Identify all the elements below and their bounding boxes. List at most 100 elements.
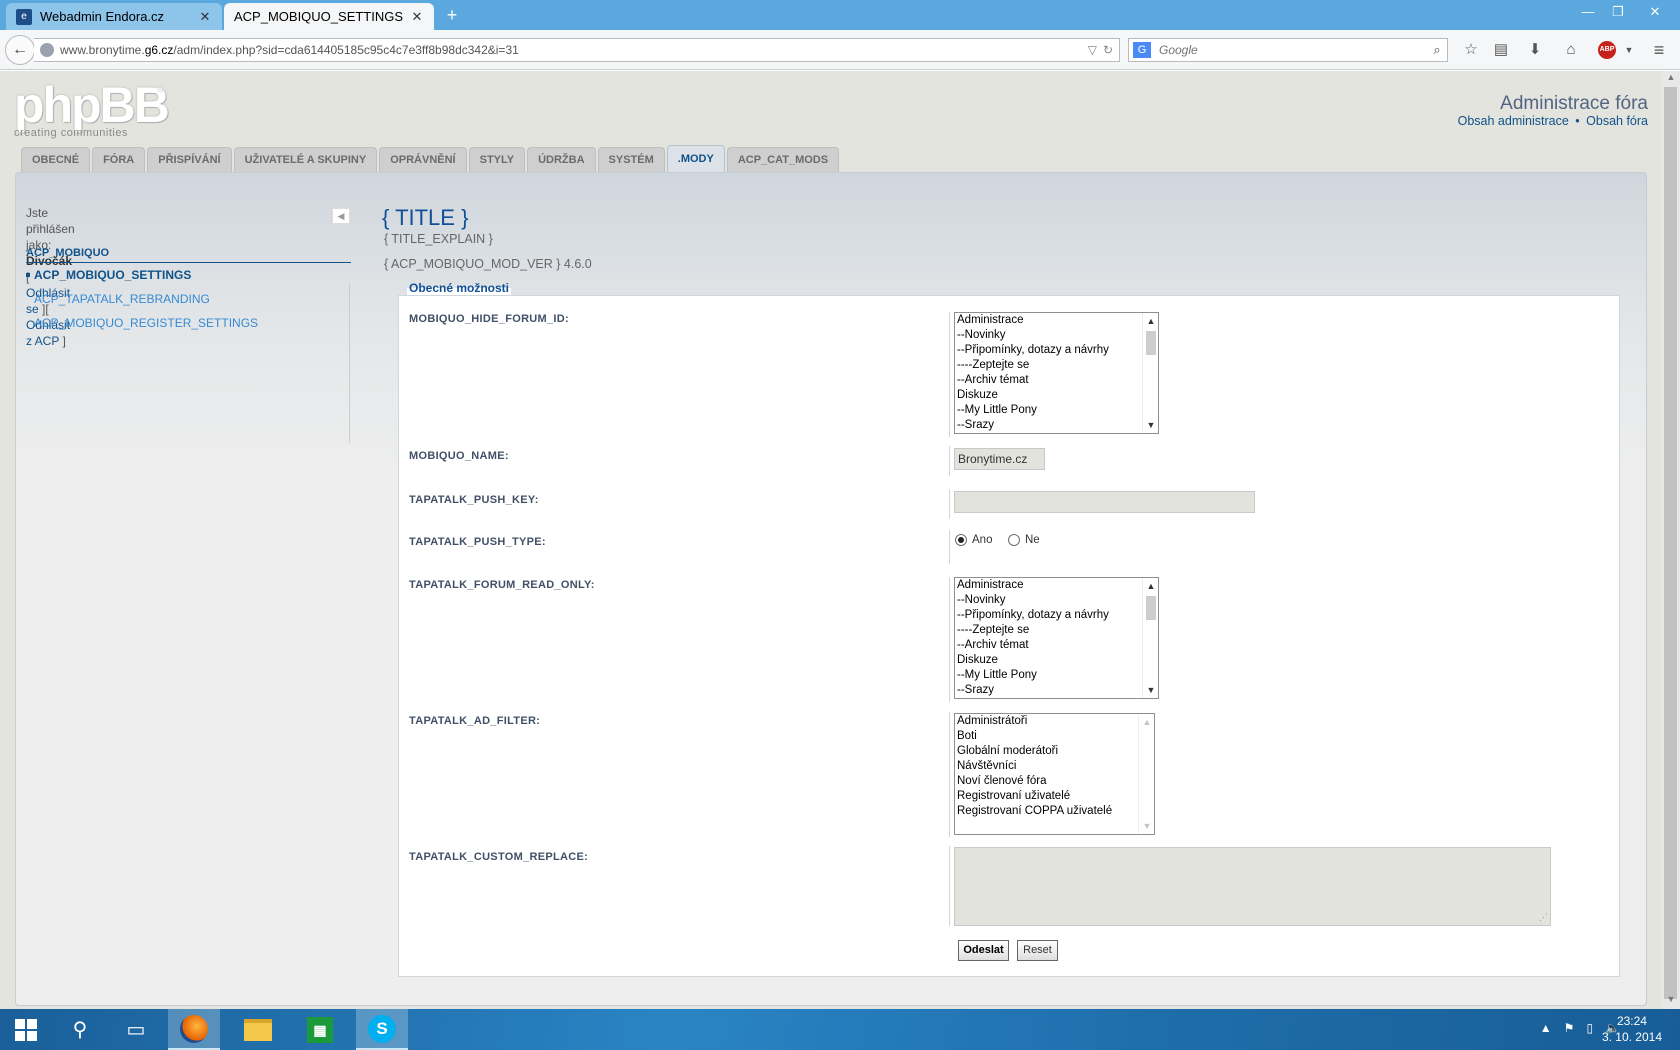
list-item[interactable]: --My Little Pony [955, 403, 1158, 418]
adblock-icon[interactable]: ABP [1598, 41, 1616, 59]
list-item[interactable]: --My Little Pony [955, 668, 1158, 683]
list-item[interactable]: --Novinky [955, 328, 1158, 343]
custom-replace-textarea[interactable]: ⋰ [954, 847, 1551, 926]
forum-read-only-select[interactable]: Administrace --Novinky --Připomínky, dot… [954, 577, 1159, 699]
list-item[interactable]: --Archiv témat [955, 638, 1158, 653]
taskbar-firefox[interactable] [168, 1009, 220, 1050]
address-bar[interactable]: www.bronytime.g6.cz/adm/index.php?sid=cd… [34, 38, 1120, 62]
header-links: Obsah administrace • Obsah fóra [1458, 114, 1648, 128]
download-icon[interactable]: ⬇ [1524, 39, 1546, 61]
resize-grip-icon[interactable]: ⋰ [1539, 912, 1548, 923]
scroll-thumb[interactable] [1664, 87, 1677, 999]
list-item[interactable]: --Srazy [955, 418, 1158, 433]
list-item[interactable]: Diskuze [955, 653, 1158, 668]
scroll-thumb[interactable] [1146, 596, 1156, 620]
taskbar-search-button[interactable]: ⚲ [54, 1009, 106, 1050]
browser-tab-endora[interactable]: e Webadmin Endora.cz ✕ [6, 3, 222, 30]
ad-filter-select[interactable]: Administrátoři Boti Globální moderátoři … [954, 713, 1155, 835]
restore-icon[interactable]: ❐ [1603, 2, 1633, 22]
search-icon[interactable]: ⌕ [1427, 42, 1447, 58]
tab-maintenance[interactable]: ÚDRŽBA [527, 147, 596, 172]
list-item[interactable]: --Novinky [955, 593, 1158, 608]
scroll-up-icon[interactable]: ▲ [1143, 578, 1158, 594]
push-type-yes-radio[interactable]: Ano [955, 534, 992, 546]
list-item[interactable]: --Srazy [955, 683, 1158, 698]
close-tab-icon[interactable]: ✕ [198, 9, 212, 25]
menu-icon[interactable]: ≡ [1648, 39, 1670, 61]
tab-permissions[interactable]: OPRÁVNĚNÍ [379, 147, 467, 172]
bookmarks-list-icon[interactable]: ▤ [1490, 39, 1512, 61]
list-item[interactable]: --Připomínky, dotazy a návrhy [955, 343, 1158, 358]
list-item[interactable]: Administrace [955, 578, 1158, 593]
list-item[interactable]: Registrovaní COPPA uživatelé [955, 804, 1154, 819]
search-input[interactable] [1159, 43, 1427, 57]
submit-button[interactable]: Odeslat [958, 940, 1009, 961]
tab-forums[interactable]: FÓRA [92, 147, 146, 172]
collapse-sidebar-icon[interactable]: ◀ [332, 208, 350, 224]
list-item[interactable]: ----Zeptejte se [955, 623, 1158, 638]
listbox-scrollbar[interactable]: ▲ ▼ [1142, 578, 1158, 698]
admin-index-link[interactable]: Obsah administrace [1458, 114, 1569, 128]
radio-unchecked-icon[interactable] [1008, 534, 1020, 546]
scroll-down-icon[interactable]: ▼ [1662, 994, 1680, 1008]
page-scrollbar[interactable]: ▲ ▼ [1662, 71, 1680, 1009]
listbox-scrollbar[interactable]: ▲ ▼ [1142, 313, 1158, 433]
tab-styles[interactable]: STYLY [468, 147, 526, 172]
taskbar-file-explorer[interactable] [232, 1009, 284, 1050]
scroll-up-icon[interactable]: ▲ [1662, 72, 1680, 86]
forum-index-link[interactable]: Obsah fóra [1586, 114, 1648, 128]
tray-expand-icon[interactable]: ▲ [1540, 1021, 1552, 1035]
list-item[interactable]: Administrátoři [955, 714, 1154, 729]
new-tab-button[interactable]: + [442, 5, 462, 26]
taskbar-clock[interactable]: 23:24 3. 10. 2014 [1602, 1013, 1662, 1045]
list-item[interactable]: --Archiv témat [955, 373, 1158, 388]
list-item[interactable]: Administrace [955, 313, 1158, 328]
list-item[interactable]: Boti [955, 729, 1154, 744]
tab-system[interactable]: SYSTÉM [597, 147, 665, 172]
scroll-thumb[interactable] [1146, 331, 1156, 355]
hide-forum-id-select[interactable]: Administrace --Novinky --Připomínky, dot… [954, 312, 1159, 434]
dropdown-arrow-icon[interactable]: ▽ [1088, 43, 1097, 57]
tab-acp-cat-mods[interactable]: ACP_CAT_MODS [726, 147, 840, 172]
list-item[interactable]: --Připomínky, dotazy a návrhy [955, 608, 1158, 623]
task-view-button[interactable]: ▭ [110, 1009, 162, 1050]
sidebar-item-tapatalk-rebranding[interactable]: ACP_TAPATALK_REBRANDING [26, 287, 351, 311]
scroll-down-icon[interactable]: ▼ [1143, 417, 1158, 433]
network-icon[interactable]: ▯ [1586, 1021, 1593, 1035]
tab-mods[interactable]: .MODY [666, 145, 725, 172]
push-key-input[interactable] [954, 491, 1255, 513]
reload-icon[interactable]: ↻ [1103, 43, 1113, 57]
phpbb-logo[interactable]: phpBB creating communities ® [14, 80, 174, 141]
reset-button[interactable]: Reset [1017, 940, 1058, 961]
taskbar-skype[interactable]: S [356, 1009, 408, 1050]
taskbar-store[interactable]: ▦ [294, 1009, 346, 1050]
google-icon[interactable]: G [1133, 42, 1151, 58]
home-icon[interactable]: ⌂ [1560, 39, 1582, 61]
mobiquo-name-input[interactable]: Bronytime.cz [954, 448, 1045, 470]
list-item[interactable]: Diskuze [955, 388, 1158, 403]
list-item[interactable]: Globální moderátoři [955, 744, 1154, 759]
scroll-down-icon[interactable]: ▼ [1143, 682, 1158, 698]
search-bar[interactable]: G ⌕ [1128, 38, 1448, 62]
radio-checked-icon[interactable] [955, 534, 967, 546]
tab-general[interactable]: OBECNÉ [21, 147, 91, 172]
list-item[interactable]: Noví členové fóra [955, 774, 1154, 789]
scroll-up-icon[interactable]: ▲ [1143, 313, 1158, 329]
minimize-icon[interactable]: — [1573, 2, 1603, 22]
bookmark-star-icon[interactable]: ☆ [1460, 39, 1482, 61]
tab-users-groups[interactable]: UŽIVATELÉ A SKUPINY [233, 147, 378, 172]
push-type-no-radio[interactable]: Ne [1008, 534, 1040, 546]
back-button[interactable]: ← [5, 35, 35, 65]
tab-posting[interactable]: PŘISPÍVÁNÍ [147, 147, 232, 172]
close-window-icon[interactable]: ✕ [1640, 2, 1670, 22]
start-button[interactable] [0, 1009, 52, 1050]
sidebar-item-register-settings[interactable]: ACP_MOBIQUO_REGISTER_SETTINGS [26, 311, 351, 335]
list-item[interactable]: Návštěvníci [955, 759, 1154, 774]
sidebar-item-mobiquo-settings[interactable]: ACP_MOBIQUO_SETTINGS [26, 263, 351, 287]
close-tab-icon[interactable]: ✕ [410, 9, 424, 25]
browser-tab-acp[interactable]: ACP_MOBIQUO_SETTINGS ✕ [224, 3, 434, 30]
list-item[interactable]: ----Zeptejte se [955, 358, 1158, 373]
action-center-icon[interactable]: ⚑ [1564, 1021, 1575, 1035]
list-item[interactable]: Registrovaní uživatelé [955, 789, 1154, 804]
adblock-dropdown-icon[interactable]: ▼ [1618, 39, 1640, 61]
